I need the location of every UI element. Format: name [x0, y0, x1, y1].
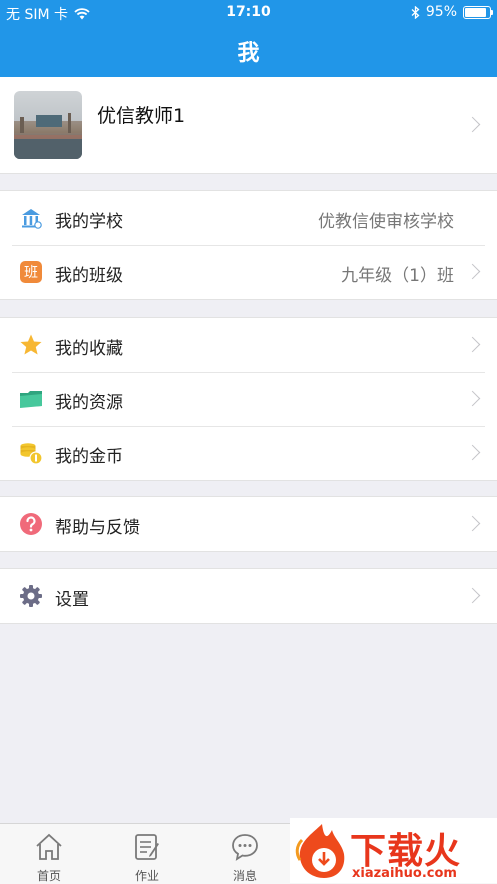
- nav-bar: 我: [0, 24, 497, 77]
- gear-icon: [20, 585, 42, 607]
- menu-item-label: 设置: [55, 590, 89, 610]
- help-icon: [20, 513, 42, 535]
- profile-row[interactable]: 优信教师1: [0, 77, 497, 174]
- school-icon: [22, 209, 42, 229]
- menu-group-help: 帮助与反馈: [0, 496, 497, 552]
- homework-icon: [135, 834, 159, 860]
- battery-icon: [463, 5, 493, 19]
- menu-item-label: 我的学校: [55, 212, 123, 232]
- menu-item-settings[interactable]: 设置: [0, 569, 497, 623]
- menu-item-my-favorites[interactable]: 我的收藏: [0, 318, 497, 372]
- chevron-right-icon: [464, 116, 481, 133]
- school-name-value: 优教信使审核学校: [318, 212, 454, 232]
- profile-name: 优信教师1: [97, 105, 186, 127]
- menu-item-label: 我的资源: [55, 393, 123, 413]
- chevron-right-icon: [464, 587, 481, 604]
- menu-item-label: 帮助与反馈: [55, 518, 140, 538]
- folder-icon: [20, 391, 42, 408]
- menu-item-my-resources[interactable]: 我的资源: [0, 372, 497, 426]
- status-bar: 无 SIM 卡 17:10 95%: [0, 0, 497, 24]
- class-icon-glyph: 班: [24, 265, 38, 281]
- page-title: 我: [237, 40, 260, 66]
- menu-item-my-class[interactable]: 班 我的班级 九年级（1）班: [0, 245, 497, 299]
- status-right: 95%: [411, 4, 493, 20]
- coins-icon: [20, 443, 43, 465]
- avatar: [14, 91, 82, 159]
- watermark-logo: 下载火 xiazaihuo.com: [290, 818, 497, 883]
- watermark-url: xiazaihuo.com: [352, 866, 457, 881]
- class-icon: 班: [20, 261, 42, 283]
- chevron-right-icon: [464, 263, 481, 280]
- chevron-right-icon: [464, 336, 481, 353]
- menu-group-settings: 设置: [0, 568, 497, 624]
- chevron-right-icon: [464, 390, 481, 407]
- star-icon: [20, 334, 42, 355]
- tab-label: 消息: [232, 869, 257, 883]
- battery-percent: 95%: [425, 4, 457, 20]
- menu-item-label: 我的班级: [55, 266, 123, 286]
- tab-label: 作业: [134, 869, 159, 883]
- tab-label: 首页: [36, 869, 61, 883]
- menu-item-label: 我的金币: [55, 447, 123, 467]
- tab-messages[interactable]: 消息: [196, 824, 294, 884]
- menu-item-label: 我的收藏: [55, 339, 123, 359]
- menu-item-my-coins[interactable]: 我的金币: [0, 426, 497, 480]
- flame-logo-icon: [295, 824, 345, 878]
- menu-item-help-feedback[interactable]: 帮助与反馈: [0, 497, 497, 551]
- menu-group-personal: 我的收藏 我的资源 我的金币: [0, 317, 497, 481]
- home-icon: [36, 833, 62, 860]
- chevron-right-icon: [464, 515, 481, 532]
- chevron-right-icon: [464, 444, 481, 461]
- menu-group-school: 我的学校 优教信使审核学校 班 我的班级 九年级（1）班: [0, 190, 497, 300]
- class-name-value: 九年级（1）班: [341, 266, 454, 286]
- tab-homework[interactable]: 作业: [98, 824, 196, 884]
- menu-item-my-school[interactable]: 我的学校 优教信使审核学校: [0, 191, 497, 245]
- tab-home[interactable]: 首页: [0, 824, 98, 884]
- message-icon: [232, 834, 258, 861]
- bluetooth-icon: [411, 5, 420, 19]
